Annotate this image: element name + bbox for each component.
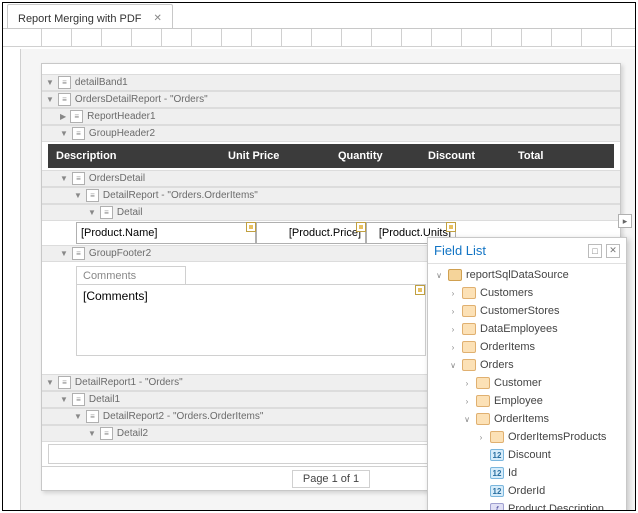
panel-title-bar[interactable]: Field List □ ✕	[428, 238, 626, 264]
band-detailreport[interactable]: ▼ ≡ DetailReport - "Orders.OrderItems"	[42, 187, 620, 204]
band-groupheader2[interactable]: ▼ ≡ GroupHeader2	[42, 125, 620, 142]
band-icon: ≡	[100, 427, 113, 440]
band-detail[interactable]: ▼ ≡ Detail	[42, 204, 620, 221]
node-dataemployees[interactable]: ›DataEmployees	[428, 320, 626, 338]
table-icon	[476, 377, 490, 389]
band-icon: ≡	[72, 247, 85, 260]
band-reportheader1[interactable]: ▶ ≡ ReportHeader1	[42, 108, 620, 125]
node-productdescription[interactable]: fProduct.Description	[428, 500, 626, 510]
table-icon	[476, 413, 490, 425]
smart-tag-icon[interactable]	[415, 285, 425, 295]
close-icon[interactable]: ✕	[154, 13, 162, 24]
document-tabs: Report Merging with PDF ✕	[3, 3, 635, 29]
tab-title: Report Merging with PDF	[18, 13, 142, 25]
band-ordersdetail[interactable]: ▼ ≡ OrdersDetail	[42, 170, 620, 187]
node-orderitems-sub[interactable]: ∨OrderItems	[428, 410, 626, 428]
band-ordersdetailreport[interactable]: ▼ ≡ OrdersDetailReport - "Orders"	[42, 91, 620, 108]
vertical-ruler	[3, 49, 21, 510]
chevron-down-icon: ▼	[88, 208, 96, 217]
node-orderitems[interactable]: ›OrderItems	[428, 338, 626, 356]
comments-label: Comments	[76, 266, 186, 284]
smart-tag-icon[interactable]	[446, 222, 456, 232]
field-list-panel: Field List □ ✕ ∨reportSqlDataSource ›Cus…	[427, 237, 627, 510]
col-discount: Discount	[428, 150, 518, 162]
node-discount[interactable]: 12Discount	[428, 446, 626, 464]
band-icon: ≡	[72, 127, 85, 140]
node-id[interactable]: 12Id	[428, 464, 626, 482]
document-tab[interactable]: Report Merging with PDF ✕	[7, 4, 173, 28]
chevron-down-icon: ▼	[60, 174, 68, 183]
chevron-down-icon: ▼	[60, 395, 68, 404]
band-icon: ≡	[86, 410, 99, 423]
node-datasource[interactable]: ∨reportSqlDataSource	[428, 266, 626, 284]
number-icon: 12	[490, 485, 504, 497]
band-detailband1[interactable]: ▼ ≡ detailBand1	[42, 74, 620, 91]
comments-field[interactable]: [Comments]	[76, 284, 426, 356]
node-orderitemsproducts[interactable]: ›OrderItemsProducts	[428, 428, 626, 446]
band-icon: ≡	[72, 172, 85, 185]
band-icon: ≡	[86, 189, 99, 202]
chevron-down-icon: ▼	[46, 95, 54, 104]
col-total: Total	[518, 150, 614, 162]
table-icon	[462, 359, 476, 371]
band-icon: ≡	[58, 76, 71, 89]
col-quantity: Quantity	[338, 150, 428, 162]
smart-tag-icon[interactable]	[356, 222, 366, 232]
table-icon	[462, 323, 476, 335]
col-unit-price: Unit Price	[228, 150, 338, 162]
cell-product-name[interactable]: [Product.Name]	[76, 222, 256, 244]
node-customers[interactable]: ›Customers	[428, 284, 626, 302]
cell-product-price[interactable]: [Product.Price]	[256, 222, 366, 244]
chevron-down-icon: ▼	[60, 129, 68, 138]
table-icon	[476, 395, 490, 407]
chevron-down-icon: ▼	[60, 249, 68, 258]
node-orderid[interactable]: 12OrderId	[428, 482, 626, 500]
chevron-down-icon: ▼	[74, 191, 82, 200]
close-icon[interactable]: ✕	[606, 244, 620, 258]
table-icon	[462, 287, 476, 299]
horizontal-ruler	[3, 29, 635, 47]
node-orders[interactable]: ∨Orders	[428, 356, 626, 374]
node-employee[interactable]: ›Employee	[428, 392, 626, 410]
band-icon: ≡	[72, 393, 85, 406]
chevron-down-icon: ▼	[74, 412, 82, 421]
table-icon	[462, 305, 476, 317]
maximize-icon[interactable]: □	[588, 244, 602, 258]
chevron-down-icon: ▼	[46, 78, 54, 87]
number-icon: 12	[490, 449, 504, 461]
band-icon: ≡	[100, 206, 113, 219]
node-customer[interactable]: ›Customer	[428, 374, 626, 392]
table-icon	[490, 431, 504, 443]
band-icon: ≡	[58, 376, 71, 389]
table-header[interactable]: Description Unit Price Quantity Discount…	[48, 144, 614, 168]
expand-right-icon[interactable]: ▸	[618, 214, 632, 228]
datasource-icon	[448, 269, 462, 281]
number-icon: 12	[490, 467, 504, 479]
chevron-down-icon: ▼	[46, 378, 54, 387]
band-icon: ≡	[70, 110, 83, 123]
field-tree[interactable]: ∨reportSqlDataSource ›Customers ›Custome…	[428, 264, 626, 510]
chevron-right-icon: ▶	[60, 112, 66, 121]
col-description: Description	[48, 150, 228, 162]
smart-tag-icon[interactable]	[246, 222, 256, 232]
table-icon	[462, 341, 476, 353]
comments-container[interactable]: Comments [Comments]	[76, 266, 426, 356]
band-icon: ≡	[58, 93, 71, 106]
fx-icon: f	[490, 503, 504, 510]
chevron-down-icon: ▼	[88, 429, 96, 438]
panel-title: Field List	[434, 243, 486, 258]
node-customerstores[interactable]: ›CustomerStores	[428, 302, 626, 320]
